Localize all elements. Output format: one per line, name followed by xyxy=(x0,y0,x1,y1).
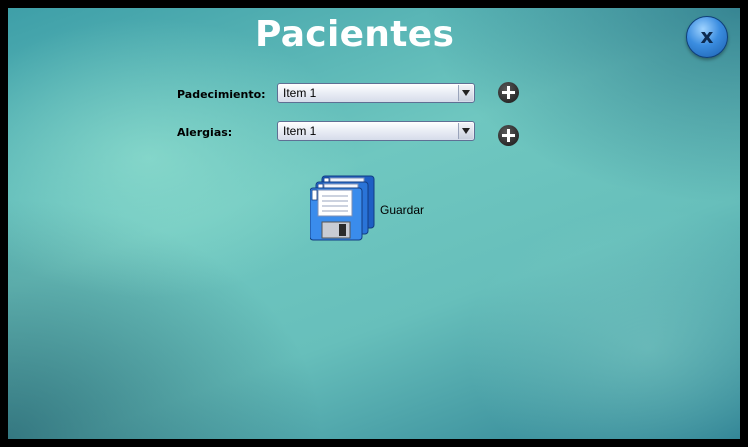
alergias-label: Alergias: xyxy=(177,126,233,139)
padecimiento-select[interactable]: Item 1 xyxy=(277,83,475,103)
patients-window: Pacientes x Padecimiento: Item 1 Alergia… xyxy=(8,8,740,439)
alergias-selected-value: Item 1 xyxy=(283,124,317,138)
save-button[interactable]: Guardar xyxy=(310,174,440,242)
alergias-select[interactable]: Item 1 xyxy=(277,121,475,141)
page-title: Pacientes xyxy=(255,14,455,55)
padecimiento-selected-value: Item 1 xyxy=(283,86,317,100)
padecimiento-label: Padecimiento: xyxy=(177,88,266,101)
add-alergia-button[interactable] xyxy=(498,125,519,146)
chevron-down-icon[interactable] xyxy=(458,85,473,101)
chevron-down-icon[interactable] xyxy=(458,123,473,139)
add-padecimiento-button[interactable] xyxy=(498,82,519,103)
close-icon: x xyxy=(700,24,714,48)
floppy-disks-icon xyxy=(310,175,375,241)
save-button-label: Guardar xyxy=(380,203,425,217)
close-button[interactable]: x xyxy=(686,16,728,58)
